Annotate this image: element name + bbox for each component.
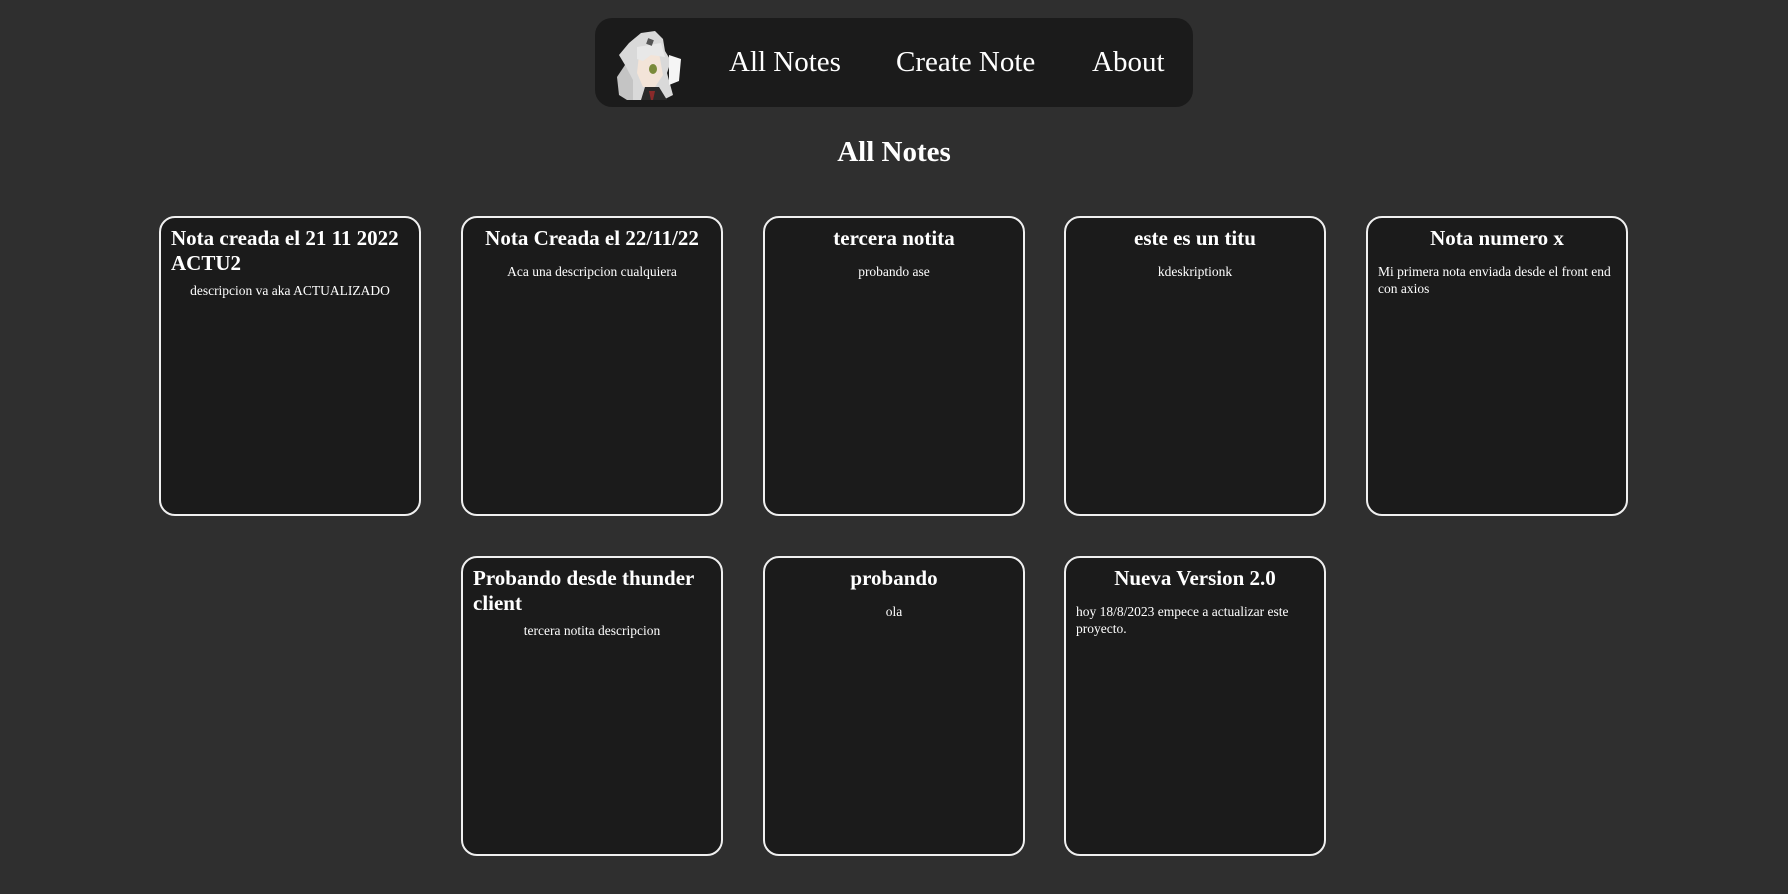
note-description: hoy 18/8/2023 empece a actualizar este p… — [1076, 604, 1289, 636]
note-card[interactable]: Nueva Version 2.0 hoy 18/8/2023 empece a… — [1064, 556, 1326, 856]
note-title: Nota Creada el 22/11/22 — [485, 226, 699, 250]
note-description: ola — [885, 604, 903, 619]
note-title: este es un titu — [1134, 226, 1256, 250]
note-title: Nueva Version 2.0 — [1114, 566, 1276, 590]
note-description: Aca una descripcion cualquiera — [507, 264, 677, 279]
note-description: descripcion va aka ACTUALIZADO — [190, 283, 390, 298]
note-card[interactable]: probando ola — [763, 556, 1025, 856]
note-card[interactable]: Nota creada el 21 11 2022 ACTU2 descripc… — [159, 216, 421, 516]
note-description: probando ase — [858, 264, 930, 279]
note-card[interactable]: Nota Creada el 22/11/22 Aca una descripc… — [461, 216, 723, 516]
avatar-logo-icon[interactable] — [603, 25, 683, 100]
note-title: probando — [850, 566, 938, 590]
app-root: All Notes Create Note About All Notes No… — [0, 0, 1788, 894]
note-card[interactable]: Probando desde thunder client tercera no… — [461, 556, 723, 856]
note-title: Nota numero x — [1430, 226, 1564, 250]
note-title: Nota creada el 21 11 2022 ACTU2 — [171, 226, 399, 275]
nav-link-create-note[interactable]: Create Note — [896, 18, 1035, 107]
note-description: kdeskriptionk — [1157, 264, 1233, 279]
navbar: All Notes Create Note About — [595, 18, 1193, 107]
note-card[interactable]: tercera notita probando ase — [763, 216, 1025, 516]
note-description: Mi primera nota enviada desde el front e… — [1378, 264, 1611, 296]
note-title: Probando desde thunder client — [473, 566, 694, 615]
nav-link-all-notes[interactable]: All Notes — [729, 18, 841, 107]
note-card[interactable]: este es un titu kdeskriptionk — [1064, 216, 1326, 516]
nav-link-about[interactable]: About — [1092, 18, 1165, 107]
note-description: tercera notita descripcion — [523, 623, 661, 638]
page-title: All Notes — [837, 136, 951, 168]
note-card[interactable]: Nota numero x Mi primera nota enviada de… — [1366, 216, 1628, 516]
note-title: tercera notita — [833, 226, 955, 250]
